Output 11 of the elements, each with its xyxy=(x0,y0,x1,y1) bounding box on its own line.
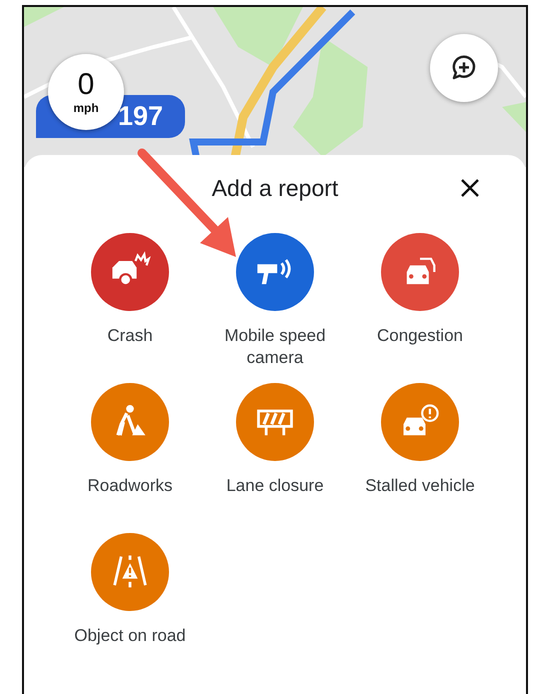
report-option[interactable]: Mobile speed camera xyxy=(202,233,348,369)
report-option[interactable]: Roadworks xyxy=(58,383,202,519)
report-option[interactable]: Object on road xyxy=(58,533,202,669)
close-button[interactable] xyxy=(460,178,480,198)
close-icon xyxy=(460,178,480,198)
report-option[interactable]: Crash xyxy=(58,233,202,369)
sheet-title: Add a report xyxy=(212,174,338,202)
report-option[interactable]: Congestion xyxy=(348,233,492,369)
report-option[interactable]: Stalled vehicle xyxy=(348,383,492,519)
report-option[interactable]: Lane closure xyxy=(202,383,348,519)
speed-unit: mph xyxy=(73,101,99,115)
